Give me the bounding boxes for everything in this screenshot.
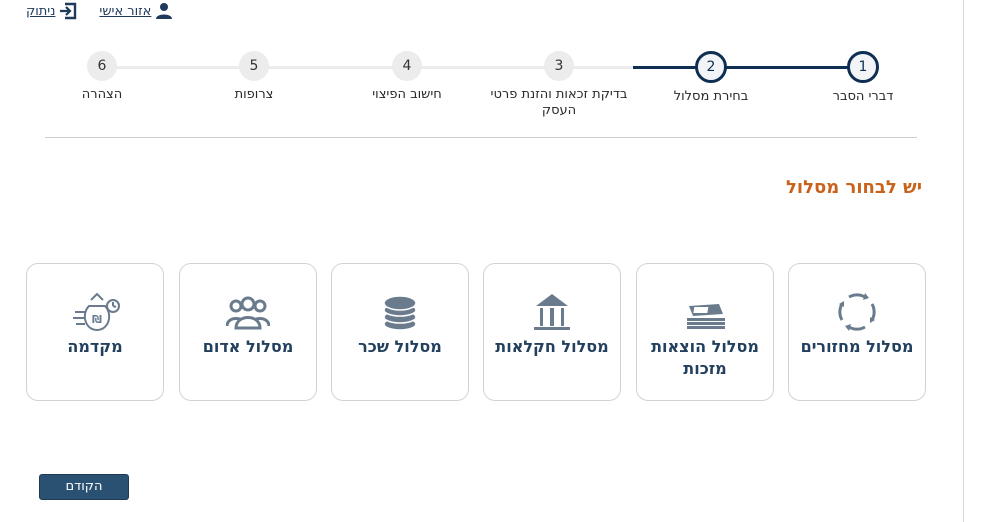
step-4[interactable]: 4 חישוב הפיצוי — [332, 51, 482, 103]
step-label: צרופות — [234, 87, 274, 102]
track-card-agriculture[interactable]: מסלול חקלאות — [483, 263, 621, 401]
personal-area-label: אזור אישי — [99, 3, 152, 19]
personal-area-link[interactable]: אזור אישי — [99, 2, 173, 20]
logout-link[interactable]: ניתוק — [26, 2, 77, 20]
track-label: מסלול הוצאות מזכות — [651, 337, 759, 378]
step-number: 6 — [87, 51, 117, 81]
step-1[interactable]: 1 דברי הסבר — [788, 51, 938, 105]
step-number: 3 — [544, 51, 574, 81]
page-title: יש לבחור מסלול — [786, 177, 922, 198]
track-card-advance[interactable]: ₪ מקדמה — [26, 263, 164, 401]
right-border — [963, 0, 964, 522]
coins-stack-icon — [378, 292, 422, 332]
track-card-expenses[interactable]: מסלול הוצאות מזכות — [636, 263, 774, 401]
user-links: אזור אישי ניתוק — [26, 0, 173, 22]
money-stack-icon — [683, 292, 727, 332]
people-group-icon — [225, 292, 271, 332]
step-3[interactable]: 3 בדיקת זכאות והזנת פרטי העסק — [484, 51, 634, 119]
track-label: מסלול אדום — [202, 337, 294, 356]
step-number: 2 — [695, 51, 727, 83]
step-label: בחירת מסלול — [673, 89, 749, 104]
step-number: 5 — [239, 51, 269, 81]
previous-button[interactable]: הקודם — [39, 474, 129, 500]
step-label: דברי הסבר — [832, 89, 894, 104]
fast-money-bag-icon: ₪ — [73, 292, 120, 332]
track-card-salary[interactable]: מסלול שכר — [331, 263, 469, 401]
track-label: מסלול שכר — [358, 337, 442, 356]
step-label: חישוב הפיצוי — [372, 87, 442, 102]
progress-stepper: 1 דברי הסבר 2 בחירת מסלול 3 בדיקת זכאות … — [45, 48, 917, 124]
step-6[interactable]: 6 הצהרה — [27, 51, 177, 103]
track-card-red[interactable]: מסלול אדום — [179, 263, 317, 401]
track-cards: מסלול מחזורים מסלול הוצאות מזכות מסלול ח… — [26, 263, 928, 403]
track-label: מסלול מחזורים — [800, 337, 914, 356]
user-icon — [155, 2, 173, 20]
track-card-cycles[interactable]: מסלול מחזורים — [788, 263, 926, 401]
step-2[interactable]: 2 בחירת מסלול — [636, 51, 786, 105]
step-number: 4 — [392, 51, 422, 81]
track-label: מקדמה — [67, 337, 123, 356]
cycle-arrows-icon — [835, 292, 879, 332]
logout-icon — [59, 2, 77, 20]
step-number: 1 — [847, 51, 879, 83]
step-label: הצהרה — [81, 87, 123, 102]
logout-label: ניתוק — [26, 3, 56, 19]
barn-icon — [530, 292, 574, 332]
stepper-divider — [45, 137, 917, 138]
step-label: בדיקת זכאות והזנת פרטי העסק — [490, 87, 628, 118]
svg-text:₪: ₪ — [92, 313, 102, 326]
step-5[interactable]: 5 צרופות — [179, 51, 329, 103]
track-label: מסלול חקלאות — [495, 337, 609, 356]
